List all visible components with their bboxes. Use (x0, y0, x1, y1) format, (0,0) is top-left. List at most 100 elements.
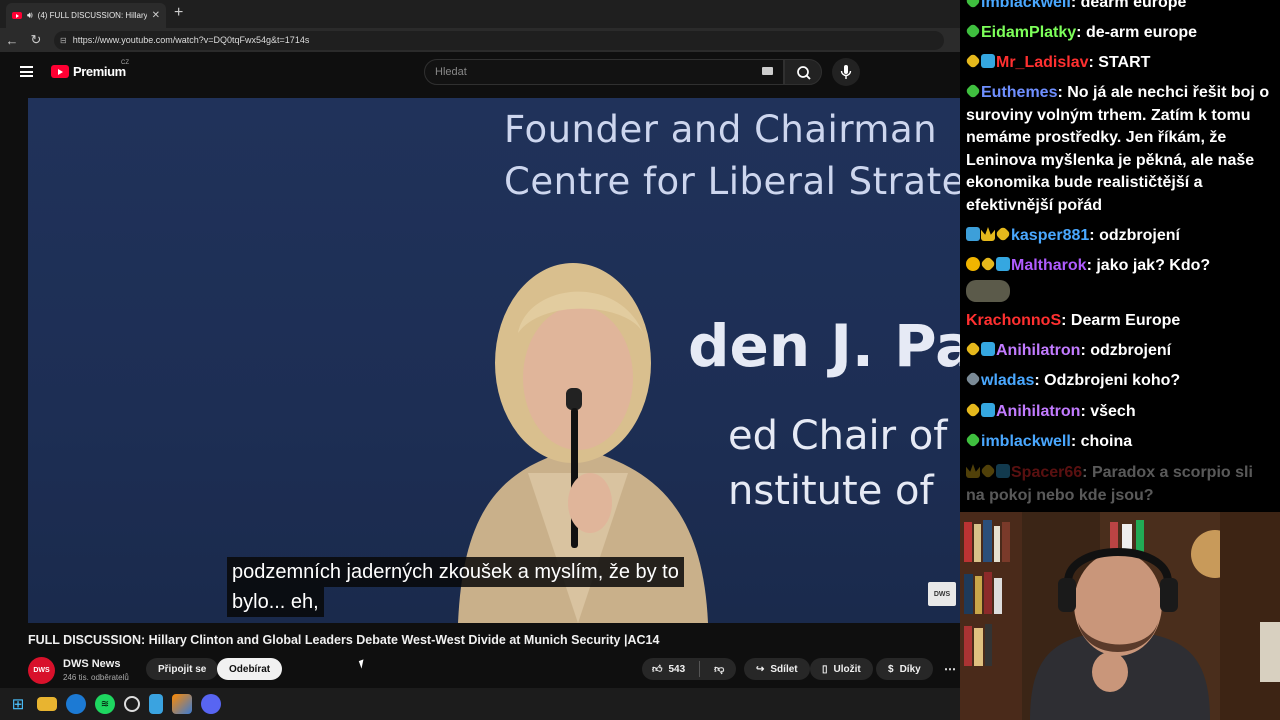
channel-avatar[interactable]: DWS (28, 657, 55, 684)
windows-start-icon[interactable]: ⊞ (8, 694, 28, 714)
chat-emote-icon (966, 279, 1010, 302)
youtube-header: Premium CZ Hledat (0, 52, 960, 92)
back-icon[interactable]: ← (0, 33, 24, 48)
url-text: https://www.youtube.com/watch?v=DQ0tqFwx… (72, 35, 310, 45)
chat-username[interactable]: Anihilatron (996, 342, 1080, 359)
chat-username[interactable]: EidamPlatky (981, 24, 1076, 41)
chat-message: Spacer66: Paradox a scorpio sli na pokoj… (966, 462, 1276, 507)
site-info-icon[interactable]: ⊟ (60, 36, 67, 45)
tab-bar: 🔊︎ (4) FULL DISCUSSION: Hillary ✕ + (0, 0, 960, 28)
coin-badge-icon[interactable] (966, 257, 980, 271)
subscribe-button[interactable]: Odebírat (217, 658, 283, 680)
file-explorer-icon[interactable] (37, 697, 57, 711)
arrow-badge-icon[interactable] (966, 227, 980, 241)
chat-message: wladas: Odzbrojeni koho? (965, 370, 1276, 393)
video-player[interactable]: Founder and Chairman Centre for Liberal … (28, 98, 960, 623)
blue-badge-icon[interactable] (981, 54, 995, 68)
gray-badge-icon[interactable] (965, 371, 981, 387)
channel-watermark[interactable]: DWS (928, 582, 956, 606)
browser-window: 🔊︎ (4) FULL DISCUSSION: Hillary ✕ + ← ↻ … (0, 0, 960, 688)
dislike-icon[interactable]: 👎︎ (714, 663, 724, 675)
chat-text: odzbrojení (1099, 227, 1180, 244)
subtitles: podzemních jaderných zkoušek a myslím, ž… (227, 557, 684, 617)
subtitle-line-2: bylo... eh, (227, 587, 324, 617)
spotify-icon[interactable]: ≋ (95, 694, 115, 714)
search-button[interactable] (784, 59, 822, 85)
stream-chat: imblackwell: dearm europe EidamPlatky: de… (960, 0, 1280, 512)
voice-search-button[interactable] (832, 58, 860, 86)
like-count[interactable]: 543 (668, 664, 685, 675)
blue-badge-icon[interactable] (981, 342, 995, 356)
channel-name[interactable]: DWS News (63, 658, 120, 670)
green-badge-icon[interactable] (965, 0, 981, 9)
join-button[interactable]: Připojit se (146, 658, 219, 680)
chat-separator: : (1080, 342, 1091, 359)
chat-username[interactable]: Euthemes (981, 84, 1057, 101)
chat-text: odzbrojení (1090, 342, 1172, 359)
chat-text: START (1098, 54, 1151, 71)
gold-badge-icon[interactable] (995, 226, 1011, 242)
more-actions-icon[interactable]: ⋯ (939, 658, 961, 680)
chat-text: dearm europe (1080, 0, 1187, 11)
chat-text: Odzbrojeni koho? (1044, 372, 1181, 389)
screen: 🔊︎ (4) FULL DISCUSSION: Hillary ✕ + ← ↻ … (0, 0, 1280, 720)
subscriber-count: 246 tis. odběratelů (63, 673, 129, 682)
new-tab-icon[interactable]: + (174, 4, 183, 22)
gold-badge-icon[interactable] (965, 341, 981, 357)
chat-username[interactable]: imblackwell (981, 433, 1071, 450)
reload-icon[interactable]: ↻ (24, 32, 48, 48)
menu-icon[interactable] (20, 66, 33, 77)
close-tab-icon[interactable]: ✕ (152, 10, 160, 21)
notepad-icon[interactable] (149, 694, 163, 714)
chat-separator: : (1080, 403, 1091, 420)
gold-badge-icon[interactable] (965, 53, 981, 69)
green-badge-icon[interactable] (965, 432, 981, 448)
chat-message: Anihilatron: odzbrojení (965, 340, 1276, 363)
chat-username[interactable]: kasper881 (1011, 227, 1089, 244)
subtitle-line-1: podzemních jaderných zkoušek a myslím, ž… (227, 557, 684, 587)
chat-separator: : (1057, 84, 1068, 101)
chat-separator: : (1089, 227, 1100, 244)
crown-badge-icon[interactable] (981, 227, 995, 241)
like-dislike-group: 👍︎ 543 👎︎ (642, 658, 736, 680)
gold-badge-icon[interactable] (965, 402, 981, 418)
address-field[interactable]: ⊟ https://www.youtube.com/watch?v=DQ0tqF… (54, 30, 944, 50)
webcam-feed (960, 512, 1280, 720)
webcam-scene (960, 512, 1280, 720)
gold-badge-icon[interactable] (980, 256, 996, 272)
chat-username[interactable]: wladas (981, 372, 1034, 389)
search-input[interactable]: Hledat (424, 59, 784, 85)
chat-username[interactable]: Maltharok (1011, 257, 1087, 274)
gold-badge-icon[interactable] (980, 463, 996, 479)
share-button[interactable]: ↪ Sdílet (744, 658, 810, 680)
chat-username[interactable]: Spacer66 (1011, 464, 1082, 481)
green-badge-icon[interactable] (965, 83, 981, 99)
like-icon[interactable]: 👍︎ (652, 663, 662, 675)
discord-icon[interactable] (201, 694, 221, 714)
keyboard-icon[interactable] (762, 67, 773, 75)
channel-row: DWS DWS News 246 tis. odběratelů Připoji… (28, 655, 960, 685)
chat-message: EidamPlatky: de-arm europe (965, 22, 1276, 45)
chat-message: Anihilatron: všech (965, 401, 1276, 424)
chat-username[interactable]: Mr_Ladislav (996, 54, 1088, 71)
save-button[interactable]: ▯ Uložit (810, 658, 873, 680)
thanks-button[interactable]: $ Díky (876, 658, 933, 680)
youtube-favicon-icon (12, 12, 22, 19)
chat-username[interactable]: KrachonnoS (966, 312, 1061, 329)
browser-tab[interactable]: 🔊︎ (4) FULL DISCUSSION: Hillary ✕ (6, 3, 166, 28)
chat-text: No já ale nechci řešit boj o suroviny vo… (966, 84, 1270, 214)
green-badge-icon[interactable] (965, 23, 981, 39)
chat-separator: : (1088, 54, 1099, 71)
blue-badge-icon[interactable] (996, 464, 1010, 478)
chat-username[interactable]: imblackwell (981, 0, 1071, 11)
blue-badge-icon[interactable] (981, 403, 995, 417)
youtube-logo[interactable]: Premium CZ (51, 60, 129, 79)
obs-icon[interactable] (124, 696, 140, 712)
chat-username[interactable]: Anihilatron (996, 403, 1080, 420)
speaker-icon[interactable]: 🔊︎ (27, 10, 33, 21)
app-icon[interactable] (172, 694, 192, 714)
chat-text: Dearm Europe (1070, 312, 1181, 329)
blue-badge-icon[interactable] (996, 257, 1010, 271)
crown-badge-icon[interactable] (966, 464, 980, 478)
edge-browser-icon[interactable] (66, 694, 86, 714)
